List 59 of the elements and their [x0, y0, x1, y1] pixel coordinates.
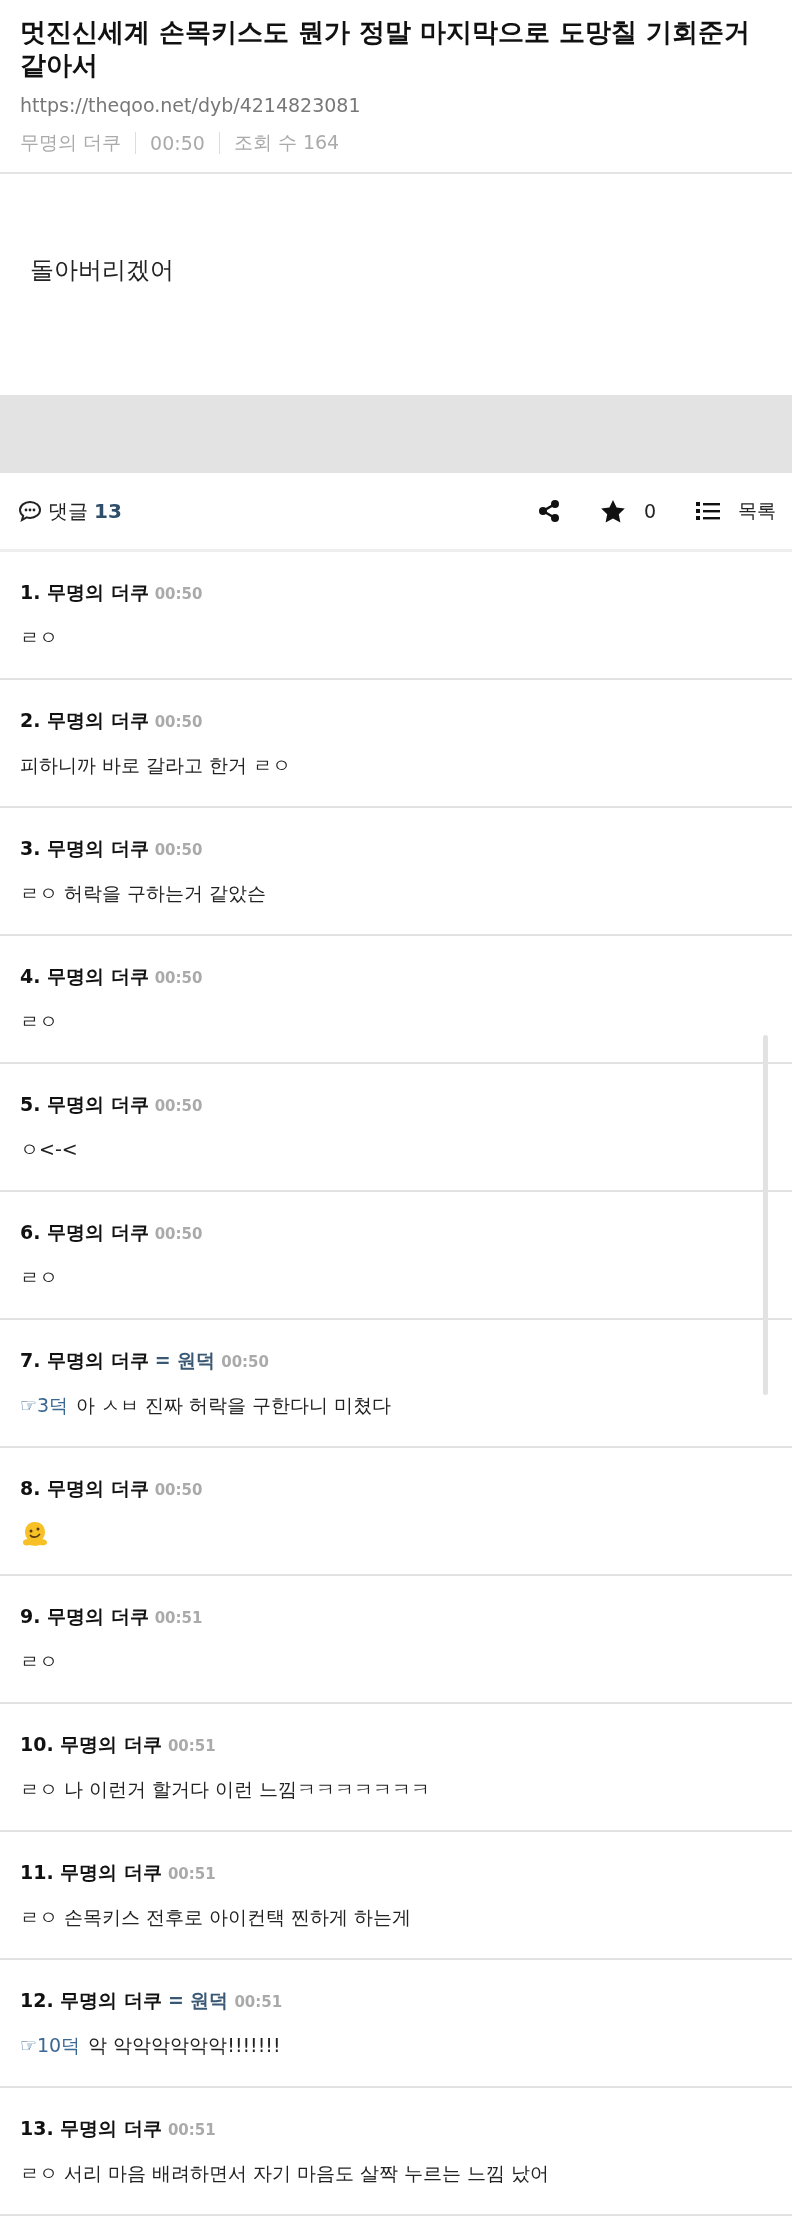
comment-text: 악 악악악악악악!!!!!!!	[88, 2033, 281, 2058]
comments-count: 13	[94, 499, 122, 523]
post-title: 멋진신세계 손목키스도 뭔가 정말 마지막으로 도망칠 기회준거 같아서	[20, 16, 752, 82]
comment-time: 00:51	[167, 1865, 216, 1883]
comment-text: ㄹㅇ 나 이런거 할거다 이런 느낌ㅋㅋㅋㅋㅋㅋㅋ	[20, 1777, 431, 1802]
list-button[interactable]: 목록	[696, 498, 776, 524]
comment-author: 4. 무명의 더쿠	[20, 964, 149, 989]
comment-text: ㄹㅇ 허락을 구하는거 같았슨	[20, 881, 267, 906]
author-name: 무명의 더쿠	[20, 130, 122, 155]
comment-author: 1. 무명의 더쿠	[20, 580, 149, 605]
comment-author: 5. 무명의 더쿠	[20, 1092, 149, 1117]
comment-text: ㄹㅇ	[20, 625, 58, 650]
star-icon	[599, 499, 626, 523]
comment-text: ㅇ<-<	[20, 1137, 78, 1162]
speech-bubble-icon	[18, 500, 42, 522]
comment-text: ㄹㅇ 서리 마음 배려하면서 자기 마음도 살짝 누르는 느낌 났어	[20, 2161, 550, 2186]
view-count: 조회 수 164	[233, 130, 340, 155]
comment-time: 00:50	[154, 969, 203, 987]
post-url-link[interactable]: https://theqoo.net/dyb/4214823081	[20, 94, 772, 116]
comment-time: 00:50	[154, 1097, 203, 1115]
comment-time: 00:50	[154, 1481, 203, 1499]
comments-label: 댓글	[48, 497, 88, 525]
comment-time: 00:50	[154, 1225, 203, 1243]
comment-author: 7. 무명의 더쿠	[20, 1348, 149, 1373]
comment-text: 피하니까 바로 갈라고 한거 ㄹㅇ	[20, 753, 292, 778]
post-body: 돌아버리겠어	[30, 255, 174, 286]
comment-time: 00:51	[234, 1993, 283, 2011]
comment-text: ㄹㅇ 손목키스 전후로 아이컨택 찐하게 하는게	[20, 1905, 412, 1930]
scrollbar[interactable]	[763, 1035, 768, 1395]
comment-text: ㄹㅇ	[20, 1649, 58, 1674]
comment-text: 아 ㅅㅂ 진짜 허락을 구한다니 미쳤다	[76, 1393, 392, 1418]
reply-link[interactable]: ☞10덕	[20, 2033, 81, 2059]
comment-author: 6. 무명의 더쿠	[20, 1220, 149, 1245]
author-tag: = 원덕	[154, 1348, 216, 1374]
comment-time: 00:50	[154, 713, 203, 731]
post-time: 00:50	[150, 132, 205, 154]
author-tag: = 원덕	[167, 1988, 229, 2014]
comment-author: 12. 무명의 더쿠	[20, 1988, 162, 2013]
comment-time: 00:50	[154, 841, 203, 859]
comment-author: 10. 무명의 더쿠	[20, 1732, 162, 1757]
comment-author: 3. 무명의 더쿠	[20, 836, 149, 861]
share-button[interactable]	[537, 499, 560, 523]
comment-time: 00:51	[167, 1737, 216, 1755]
comment-author: 11. 무명의 더쿠	[20, 1860, 162, 1885]
share-icon	[537, 499, 560, 523]
comment-time: 00:51	[167, 2121, 216, 2139]
comment-time: 00:51	[154, 1609, 203, 1627]
comment-author: 8. 무명의 더쿠	[20, 1476, 149, 1501]
comment-text: ㄹㅇ	[20, 1009, 58, 1034]
favorite-button[interactable]: 0	[599, 499, 656, 523]
comment-text: ㄹㅇ	[20, 1265, 58, 1290]
comment-time: 00:50	[154, 585, 203, 603]
comment-author: 2. 무명의 더쿠	[20, 708, 149, 733]
comment-author: 9. 무명의 더쿠	[20, 1604, 149, 1629]
list-icon	[696, 501, 720, 521]
comment-author: 13. 무명의 더쿠	[20, 2116, 162, 2141]
comment-time: 00:50	[221, 1353, 269, 1371]
melting-face-icon	[20, 1520, 50, 1548]
reply-link[interactable]: ☞3덕	[20, 1393, 69, 1419]
